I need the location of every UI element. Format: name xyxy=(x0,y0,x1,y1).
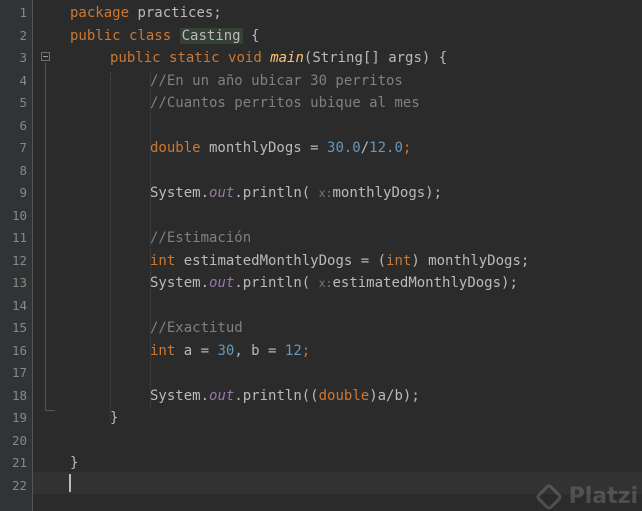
code-line-3[interactable]: public static void main(String[] args) { xyxy=(110,47,447,70)
code-line-15[interactable]: //Exactitud xyxy=(150,317,243,340)
line-number: 16 xyxy=(11,342,27,358)
line-number: 12 xyxy=(11,252,27,268)
line-number-gutter: 1 2 3 4 5 6 7 8 9 10 11 12 13 14 15 16 17 18 19 20 21 22 xyxy=(0,0,33,511)
code-line-2[interactable]: public class Casting { xyxy=(70,25,259,48)
code-line-19[interactable]: } xyxy=(110,407,118,430)
parameter-hint: x: xyxy=(318,276,333,290)
watermark-text: Platzi xyxy=(568,484,638,509)
code-line-5[interactable]: //Cuantos perritos ubique al mes xyxy=(150,92,420,115)
code-line-4[interactable]: //En un año ubicar 30 perritos xyxy=(150,70,403,93)
parameter-hint: x: xyxy=(318,186,333,200)
line-number: 4 xyxy=(19,72,27,88)
line-number: 19 xyxy=(11,410,27,425)
line-number: 17 xyxy=(11,365,27,380)
code-line-21[interactable]: } xyxy=(70,452,78,475)
code-line-1[interactable]: package practices; xyxy=(70,2,222,25)
line-number: 3 xyxy=(19,50,27,65)
fold-range-end xyxy=(45,410,55,411)
line-number: 1 xyxy=(19,5,27,20)
line-number: 14 xyxy=(11,297,27,313)
code-line-9[interactable]: System.out.println( x:monthlyDogs); xyxy=(150,182,442,205)
fold-range-line xyxy=(45,63,46,410)
code-line-7[interactable]: double monthlyDogs = 30.0/12.0; xyxy=(150,137,411,160)
code-line-12[interactable]: int estimatedMonthlyDogs = (int) monthly… xyxy=(150,250,529,273)
class-name-highlight: Casting xyxy=(179,28,243,44)
line-number: 9 xyxy=(19,185,27,200)
line-number: 20 xyxy=(11,432,27,448)
line-number: 15 xyxy=(11,320,27,335)
line-number: 11 xyxy=(11,230,27,245)
code-line-11[interactable]: //Estimación xyxy=(150,227,251,250)
line-number: 21 xyxy=(11,455,27,470)
line-number: 10 xyxy=(11,207,27,223)
line-number: 5 xyxy=(19,95,27,110)
line-number: 18 xyxy=(11,387,27,403)
line-number: 2 xyxy=(19,27,27,43)
code-line-16[interactable]: int a = 30, b = 12; xyxy=(150,340,310,363)
code-line-18[interactable]: System.out.println((double)a/b); xyxy=(150,385,420,408)
platzi-logo-icon xyxy=(534,482,563,511)
line-number: 22 xyxy=(11,477,27,493)
line-number: 6 xyxy=(19,117,27,133)
indent-guide xyxy=(110,72,111,422)
line-number: 7 xyxy=(19,140,27,155)
line-number: 8 xyxy=(19,162,27,178)
line-number: 13 xyxy=(11,275,27,290)
code-editor[interactable]: 1 2 3 4 5 6 7 8 9 10 11 12 13 14 15 16 17 18 19 20 21 22 pack… xyxy=(0,0,642,511)
fold-collapse-icon[interactable] xyxy=(41,52,50,61)
platzi-watermark: Platzi xyxy=(534,482,638,511)
code-line-13[interactable]: System.out.println( x:estimatedMonthlyDo… xyxy=(150,272,518,295)
text-caret xyxy=(69,474,71,492)
